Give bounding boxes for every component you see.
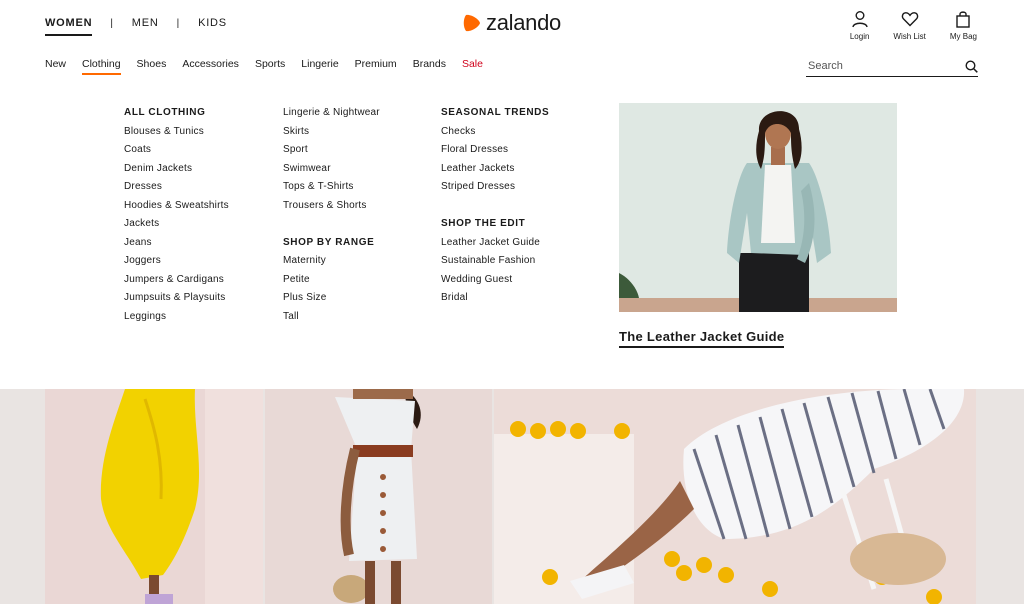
tab-women[interactable]: WOMEN (45, 17, 93, 36)
menu-item[interactable]: Leather Jacket Guide (441, 237, 549, 256)
menu-spacer (441, 200, 549, 219)
menu-item[interactable]: Petite (283, 274, 380, 293)
menu-item[interactable]: Skirts (283, 126, 380, 145)
nav-brands[interactable]: Brands (413, 58, 446, 75)
menu-item[interactable]: Tall (283, 311, 380, 330)
hero-image-striped-dress[interactable] (494, 389, 976, 604)
menu-item[interactable]: Sustainable Fashion (441, 255, 549, 274)
search-icon[interactable] (965, 59, 978, 73)
menu-item[interactable]: Denim Jackets (124, 163, 229, 182)
nav-lingerie[interactable]: Lingerie (301, 58, 338, 75)
menu-item[interactable]: Lingerie & Nightwear (283, 107, 380, 126)
menu-heading[interactable]: SHOP THE EDIT (441, 218, 549, 237)
search-input[interactable] (806, 60, 946, 72)
nav-clothing[interactable]: Clothing (82, 58, 121, 75)
nav-premium[interactable]: Premium (355, 58, 397, 75)
striped-dress-photo (494, 389, 976, 604)
tab-kids[interactable]: KIDS (198, 17, 227, 29)
tab-men[interactable]: MEN (132, 17, 159, 29)
menu-item[interactable]: Leather Jackets (441, 163, 549, 182)
promo-image[interactable] (619, 103, 897, 312)
menu-item[interactable]: Wedding Guest (441, 274, 549, 293)
menu-item[interactable]: Maternity (283, 255, 380, 274)
menu-item[interactable]: Floral Dresses (441, 144, 549, 163)
hero-image-yellow-dress[interactable] (45, 389, 263, 604)
bag-button[interactable]: My Bag (950, 10, 977, 41)
separator: | (176, 17, 181, 29)
menu-item[interactable]: Coats (124, 144, 229, 163)
menu-item[interactable]: Jumpers & Cardigans (124, 274, 229, 293)
promo-link[interactable]: The Leather Jacket Guide (619, 329, 785, 348)
search-bar (806, 56, 978, 77)
menu-item[interactable]: Jeans (124, 237, 229, 256)
menu-column-ranges: Lingerie & Nightwear Skirts Sport Swimwe… (283, 107, 380, 329)
menu-item[interactable]: Striped Dresses (441, 181, 549, 200)
menu-heading[interactable]: SHOP BY RANGE (283, 237, 380, 256)
nav-new[interactable]: New (45, 58, 66, 75)
login-label: Login (849, 32, 870, 41)
menu-item[interactable]: Dresses (124, 181, 229, 200)
hero-image-white-dress[interactable] (265, 389, 492, 604)
menu-column-trends: SEASONAL TRENDS Checks Floral Dresses Le… (441, 107, 549, 311)
category-nav: New Clothing Shoes Accessories Sports Li… (45, 58, 499, 75)
menu-item[interactable]: Joggers (124, 255, 229, 274)
menu-spacer (283, 218, 380, 237)
menu-column-all-clothing: ALL CLOTHING Blouses & Tunics Coats Deni… (124, 107, 229, 329)
menu-item[interactable]: Checks (441, 126, 549, 145)
brand-name: zalando (486, 10, 561, 35)
site-header: WOMEN | MEN | KIDS zalando Login Wish Li… (0, 0, 1024, 84)
wishlist-label: Wish List (893, 32, 926, 41)
bag-icon (956, 11, 971, 28)
hero-banner (0, 389, 1024, 604)
leather-jacket-model-photo (619, 103, 897, 312)
bag-label: My Bag (949, 32, 977, 41)
gender-tabs: WOMEN | MEN | KIDS (45, 17, 227, 36)
menu-heading[interactable]: ALL CLOTHING (124, 107, 229, 126)
account-icons: Login Wish List My Bag (826, 10, 977, 41)
menu-item[interactable]: Tops & T-Shirts (283, 181, 380, 200)
nav-sports[interactable]: Sports (255, 58, 285, 75)
zalando-logo[interactable]: zalando (462, 10, 561, 36)
menu-item[interactable]: Bridal (441, 292, 549, 311)
heart-icon (901, 12, 918, 27)
menu-item[interactable]: Sport (283, 144, 380, 163)
menu-item[interactable]: Jackets (124, 218, 229, 237)
menu-item[interactable]: Hoodies & Sweatshirts (124, 200, 229, 219)
logo-mark-icon (463, 14, 480, 32)
nav-shoes[interactable]: Shoes (137, 58, 167, 75)
wishlist-button[interactable]: Wish List (893, 10, 926, 41)
menu-item[interactable]: Plus Size (283, 292, 380, 311)
separator: | (110, 17, 114, 29)
user-icon (851, 11, 868, 28)
menu-item[interactable]: Leggings (124, 311, 229, 330)
menu-heading[interactable]: SEASONAL TRENDS (441, 107, 549, 126)
menu-item[interactable]: Swimwear (283, 163, 380, 182)
menu-item[interactable]: Trousers & Shorts (283, 200, 380, 219)
nav-accessories[interactable]: Accessories (182, 58, 239, 75)
nav-sale[interactable]: Sale (462, 58, 483, 75)
yellow-dress-photo (45, 389, 263, 604)
menu-item[interactable]: Blouses & Tunics (124, 126, 229, 145)
white-dress-photo (265, 389, 492, 604)
clothing-mega-menu: ALL CLOTHING Blouses & Tunics Coats Deni… (0, 84, 1024, 389)
menu-item[interactable]: Jumpsuits & Playsuits (124, 292, 229, 311)
login-button[interactable]: Login (849, 10, 870, 41)
